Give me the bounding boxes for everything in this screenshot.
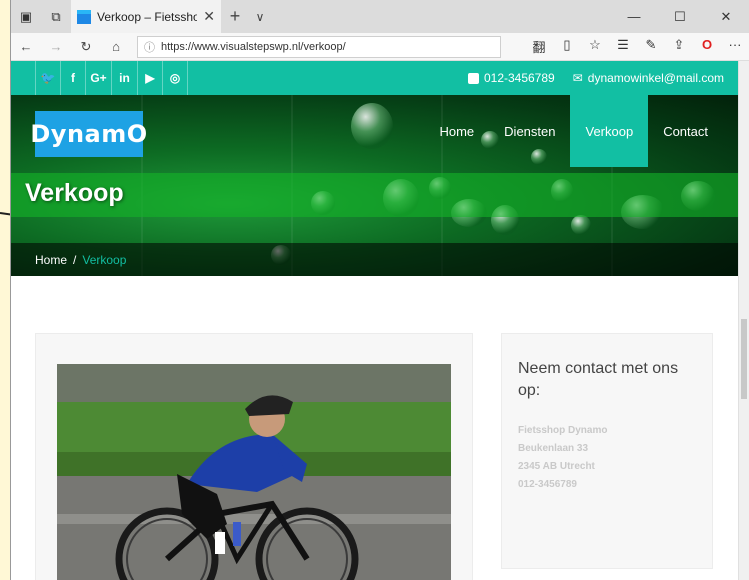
tab-title: Verkoop – Fietsshop Dy	[97, 9, 197, 24]
breadcrumb-separator: /	[73, 253, 77, 267]
email-link[interactable]: ✉ dynamowinkel@mail.com	[573, 71, 724, 85]
site-logo[interactable]: DynamO	[30, 111, 147, 157]
address-line: 012-3456789	[518, 479, 577, 490]
nav-item-contact[interactable]: Contact	[648, 95, 723, 167]
nav-item-home[interactable]: Home	[424, 95, 489, 167]
twitter-icon[interactable]: 🐦	[36, 61, 61, 95]
favorites-hub-icon[interactable]: ☰	[609, 37, 637, 56]
back-button[interactable]: ←	[11, 39, 41, 54]
linkedin-icon[interactable]: in	[112, 61, 138, 95]
url-field[interactable]: ⓘ https://www.visualstepswp.nl/verkoop/	[137, 35, 501, 58]
phone-number: 012-3456789	[483, 71, 555, 85]
address-line: Beukenlaan 33	[518, 443, 589, 454]
web-note-icon[interactable]: ✎	[637, 37, 665, 56]
address-line: 2345 AB Utrecht	[518, 461, 595, 472]
window-controls: — ☐ ✕	[611, 9, 749, 25]
home-button[interactable]: ⌂	[101, 39, 131, 54]
address-bar-row: ← → ↻ ⌂ ⓘ https://www.visualstepswp.nl/v…	[11, 33, 749, 61]
contact-widget-heading: Neem contact met ons op:	[518, 360, 679, 399]
tab-bar: ▣ ⧉ Verkoop – Fietsshop Dy ✕ + ∨ — ☐ ✕	[11, 0, 749, 33]
nav-item-diensten[interactable]: Diensten	[489, 95, 570, 167]
close-window-button[interactable]: ✕	[703, 9, 749, 25]
reading-view-icon[interactable]: ▯	[553, 37, 581, 56]
facebook-icon[interactable]: f	[61, 61, 86, 95]
main-content: Neem contact met ons op: Fietsshop Dynam…	[11, 276, 739, 580]
address-line: Fietsshop Dynamo	[518, 425, 608, 436]
new-tab-button[interactable]: +	[221, 6, 249, 27]
more-menu-icon[interactable]: ···	[721, 37, 749, 56]
address-block: Fietsshop Dynamo Beukenlaan 33 2345 AB U…	[502, 402, 712, 494]
topbar-contact: 012-3456789 ✉ dynamowinkel@mail.com	[467, 71, 739, 85]
phone-icon	[467, 72, 479, 84]
phone-link[interactable]: 012-3456789	[467, 71, 555, 85]
social-links: 🐦 f G+ in ▶ ◎	[35, 61, 188, 95]
opera-extension-icon[interactable]: O	[693, 37, 721, 56]
water-drop	[351, 103, 393, 149]
tab-menu-chevron-icon[interactable]: ∨	[249, 10, 271, 24]
browser-tab[interactable]: Verkoop – Fietsshop Dy ✕	[71, 0, 221, 33]
cyclist-illustration	[57, 364, 451, 580]
web-page: 🐦 f G+ in ▶ ◎ 012-3456789 ✉ dynamowinkel…	[11, 61, 739, 580]
set-aside-tabs-icon[interactable]: ⧉	[41, 9, 71, 25]
tab-close-icon[interactable]: ✕	[203, 8, 215, 25]
breadcrumb-home-link[interactable]: Home	[35, 253, 67, 267]
translate-icon[interactable]: 翻	[525, 37, 553, 56]
envelope-icon: ✉	[572, 71, 583, 85]
product-card	[35, 333, 473, 580]
main-nav: Home Diensten Verkoop Contact	[424, 95, 723, 167]
email-address: dynamowinkel@mail.com	[587, 71, 724, 85]
youtube-icon[interactable]: ▶	[138, 61, 163, 95]
cyclist-photo	[57, 364, 451, 580]
breadcrumb-current: Verkoop	[82, 253, 127, 267]
scrollbar-thumb[interactable]	[741, 319, 747, 399]
instagram-icon[interactable]: ◎	[163, 61, 188, 95]
forward-button[interactable]: →	[41, 39, 71, 54]
page-title: Verkoop	[25, 179, 124, 207]
favorite-star-icon[interactable]: ☆	[581, 37, 609, 56]
browser-toolbar: 翻 ▯ ☆ ☰ ✎ ⇪ O ···	[525, 37, 749, 56]
minimize-button[interactable]: —	[611, 9, 657, 25]
hero-header: DynamO Home Diensten Verkoop Contact Ver…	[11, 95, 739, 276]
site-favicon-icon	[77, 9, 91, 24]
breadcrumb: Home / Verkoop	[35, 253, 126, 267]
google-plus-icon[interactable]: G+	[86, 61, 112, 95]
site-topbar: 🐦 f G+ in ▶ ◎ 012-3456789 ✉ dynamowinkel…	[11, 61, 739, 95]
water-drop	[571, 215, 591, 235]
share-icon[interactable]: ⇪	[665, 37, 693, 56]
contact-widget: Neem contact met ons op: Fietsshop Dynam…	[501, 333, 713, 569]
page-scrollbar[interactable]	[738, 61, 749, 580]
url-text: https://www.visualstepswp.nl/verkoop/	[161, 40, 346, 53]
site-info-icon[interactable]: ⓘ	[144, 39, 155, 55]
browser-window: ▣ ⧉ Verkoop – Fietsshop Dy ✕ + ∨ — ☐ ✕ ←…	[10, 0, 749, 580]
tab-actions-icon[interactable]: ▣	[11, 9, 41, 25]
maximize-button[interactable]: ☐	[657, 9, 703, 25]
refresh-button[interactable]: ↻	[71, 39, 101, 55]
nav-item-verkoop[interactable]: Verkoop	[570, 95, 649, 167]
